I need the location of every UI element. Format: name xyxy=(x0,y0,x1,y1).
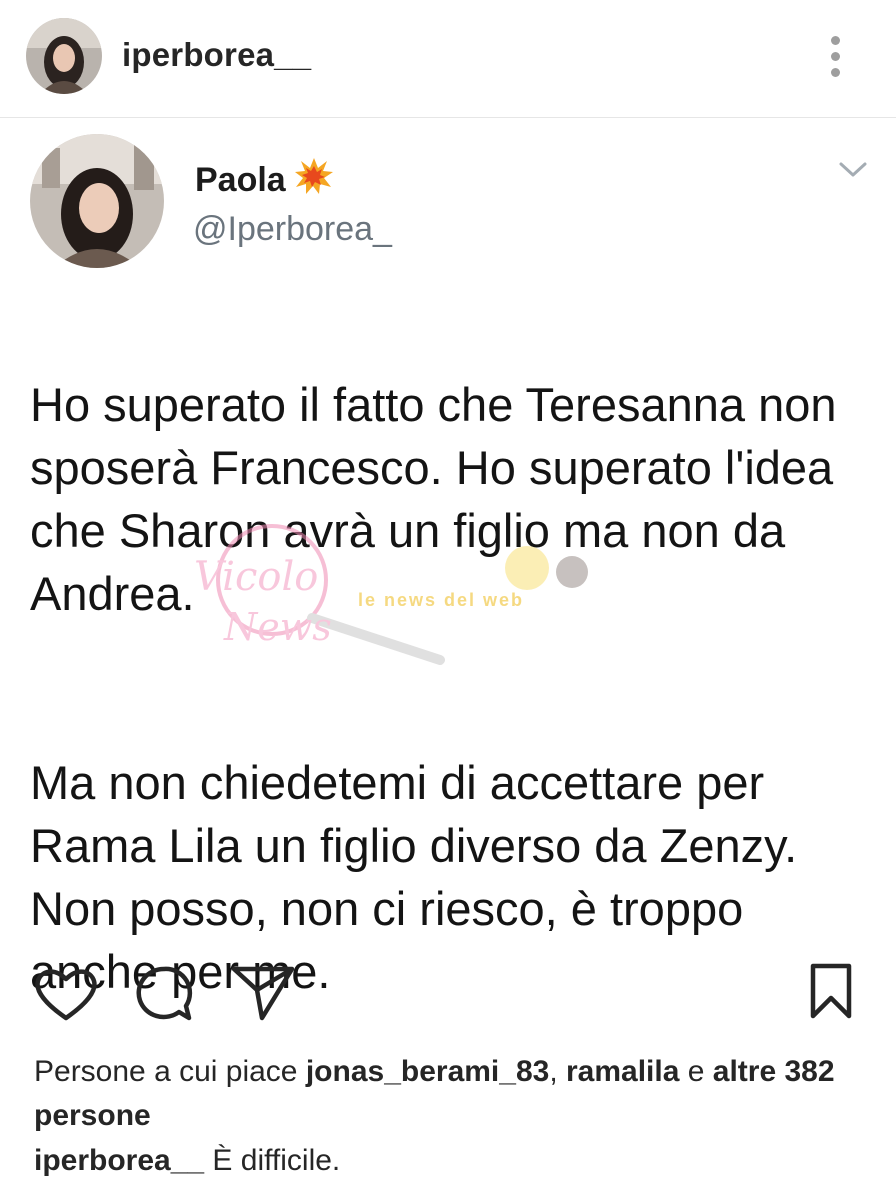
chevron-down-icon xyxy=(838,160,868,180)
caption-username[interactable]: iperborea__ xyxy=(34,1144,204,1177)
header-username[interactable]: iperborea__ xyxy=(122,36,311,74)
liker-2[interactable]: ramalila xyxy=(566,1055,679,1088)
tweet-paragraph-1: Ho superato il fatto che Teresanna non s… xyxy=(30,378,837,620)
more-vert-icon[interactable] xyxy=(822,34,850,80)
comment-icon[interactable] xyxy=(134,964,194,1029)
tweet-name-text: Paola xyxy=(195,161,286,199)
watermark-tagline: le news del web xyxy=(358,590,525,610)
heart-icon[interactable] xyxy=(34,966,98,1027)
header-avatar[interactable] xyxy=(26,18,102,94)
tweet-display-name: Paola xyxy=(195,157,334,204)
likes-separator: , xyxy=(549,1055,566,1088)
send-icon[interactable] xyxy=(230,964,296,1027)
post-caption: iperborea__ È difficile. xyxy=(34,1144,864,1178)
likes-prefix: Persone a cui piace xyxy=(34,1055,306,1088)
bookmark-icon[interactable] xyxy=(808,962,854,1025)
tweet-text: Ho superato il fatto che Teresanna non s… xyxy=(30,310,880,1066)
tweet-handle: @Iperborea_ xyxy=(193,210,392,248)
caption-text: È difficile. xyxy=(204,1144,341,1177)
tweet-avatar xyxy=(30,134,164,268)
liker-1[interactable]: jonas_berami_83 xyxy=(306,1055,549,1088)
burst-emoji-icon xyxy=(294,157,334,204)
likes-summary: Persone a cui piace jonas_berami_83, ram… xyxy=(34,1050,864,1138)
post-header: iperborea__ xyxy=(0,0,896,118)
likes-and: e xyxy=(679,1055,713,1088)
